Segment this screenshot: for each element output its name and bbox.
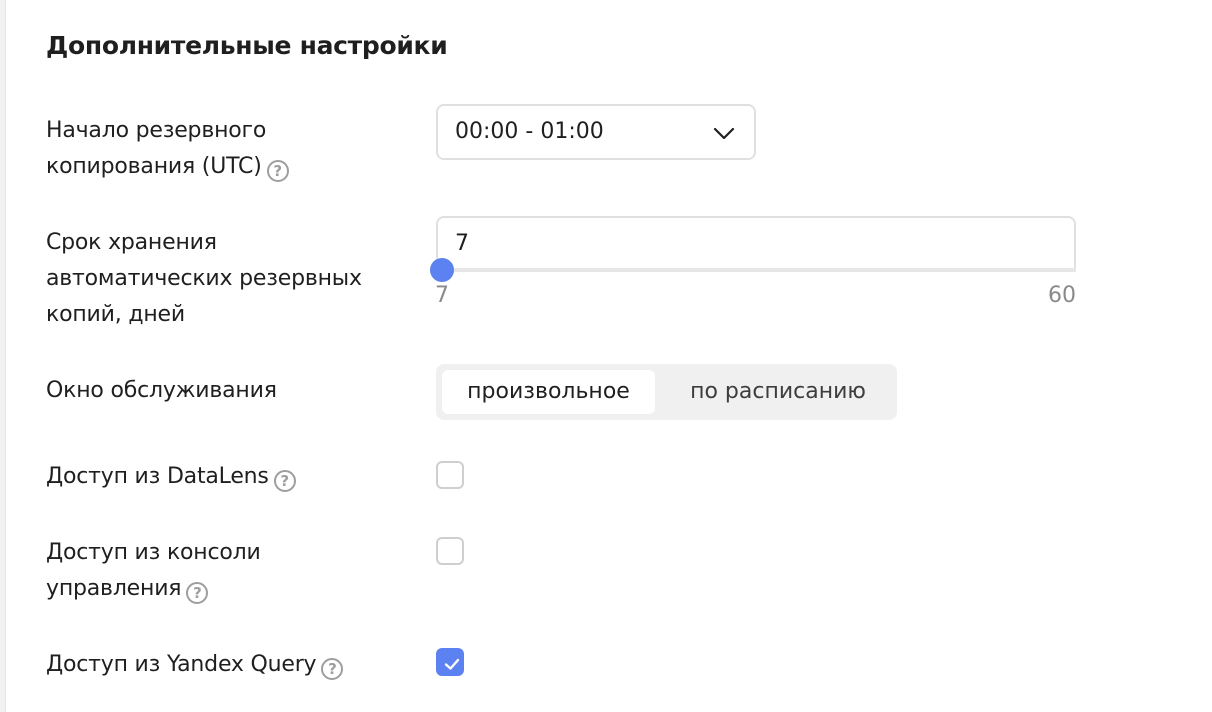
- retention-input[interactable]: 7: [436, 216, 1076, 272]
- retention-slider-max: 60: [1048, 283, 1076, 308]
- backup-start-label-line1: Начало резервного: [46, 118, 267, 143]
- yandex-query-label-text: Доступ из Yandex Query: [46, 652, 317, 677]
- retention-label: Срок хранения автоматических резервных к…: [46, 225, 396, 333]
- datalens-label-text: Доступ из DataLens: [46, 464, 269, 489]
- backup-start-label: Начало резервного копирования (UTC)?: [46, 113, 396, 185]
- datalens-label: Доступ из DataLens?: [46, 459, 396, 495]
- console-label-line2: управления: [46, 576, 182, 601]
- left-divider: [0, 0, 6, 712]
- yandex-query-label: Доступ из Yandex Query?: [46, 647, 396, 683]
- maintenance-option-scheduled[interactable]: по расписанию: [668, 370, 888, 414]
- retention-input-value: 7: [455, 231, 469, 256]
- retention-slider-thumb[interactable]: [430, 258, 454, 282]
- chevron-down-icon: [713, 127, 735, 140]
- backup-start-select[interactable]: 00:00 - 01:00: [436, 104, 756, 160]
- console-checkbox[interactable]: [436, 537, 464, 565]
- retention-label-line3: копий, дней: [46, 302, 185, 327]
- console-label-line1: Доступ из консоли: [46, 540, 261, 565]
- retention-label-line1: Срок хранения: [46, 230, 217, 255]
- question-circle-icon[interactable]: ?: [273, 470, 296, 492]
- question-circle-icon[interactable]: ?: [186, 582, 209, 604]
- retention-slider-min: 7: [435, 283, 449, 308]
- question-circle-icon[interactable]: ?: [321, 658, 344, 680]
- console-label: Доступ из консоли управления?: [46, 535, 396, 607]
- section-title: Дополнительные настройки: [46, 31, 448, 60]
- maintenance-option-arbitrary[interactable]: произвольное: [442, 370, 655, 414]
- settings-page: Дополнительные настройки Начало резервно…: [0, 0, 1212, 712]
- maintenance-label: Окно обслуживания: [46, 378, 277, 403]
- retention-slider-track[interactable]: [436, 268, 1076, 272]
- backup-start-select-value: 00:00 - 01:00: [455, 119, 604, 144]
- datalens-checkbox[interactable]: [436, 461, 464, 489]
- check-icon: [444, 658, 460, 670]
- yandex-query-checkbox[interactable]: [436, 648, 464, 676]
- question-circle-icon[interactable]: ?: [266, 160, 289, 182]
- maintenance-segmented-control: произвольное по расписанию: [436, 364, 897, 420]
- backup-start-label-line2: копирования (UTC): [46, 154, 262, 179]
- retention-label-line2: автоматических резервных: [46, 266, 362, 291]
